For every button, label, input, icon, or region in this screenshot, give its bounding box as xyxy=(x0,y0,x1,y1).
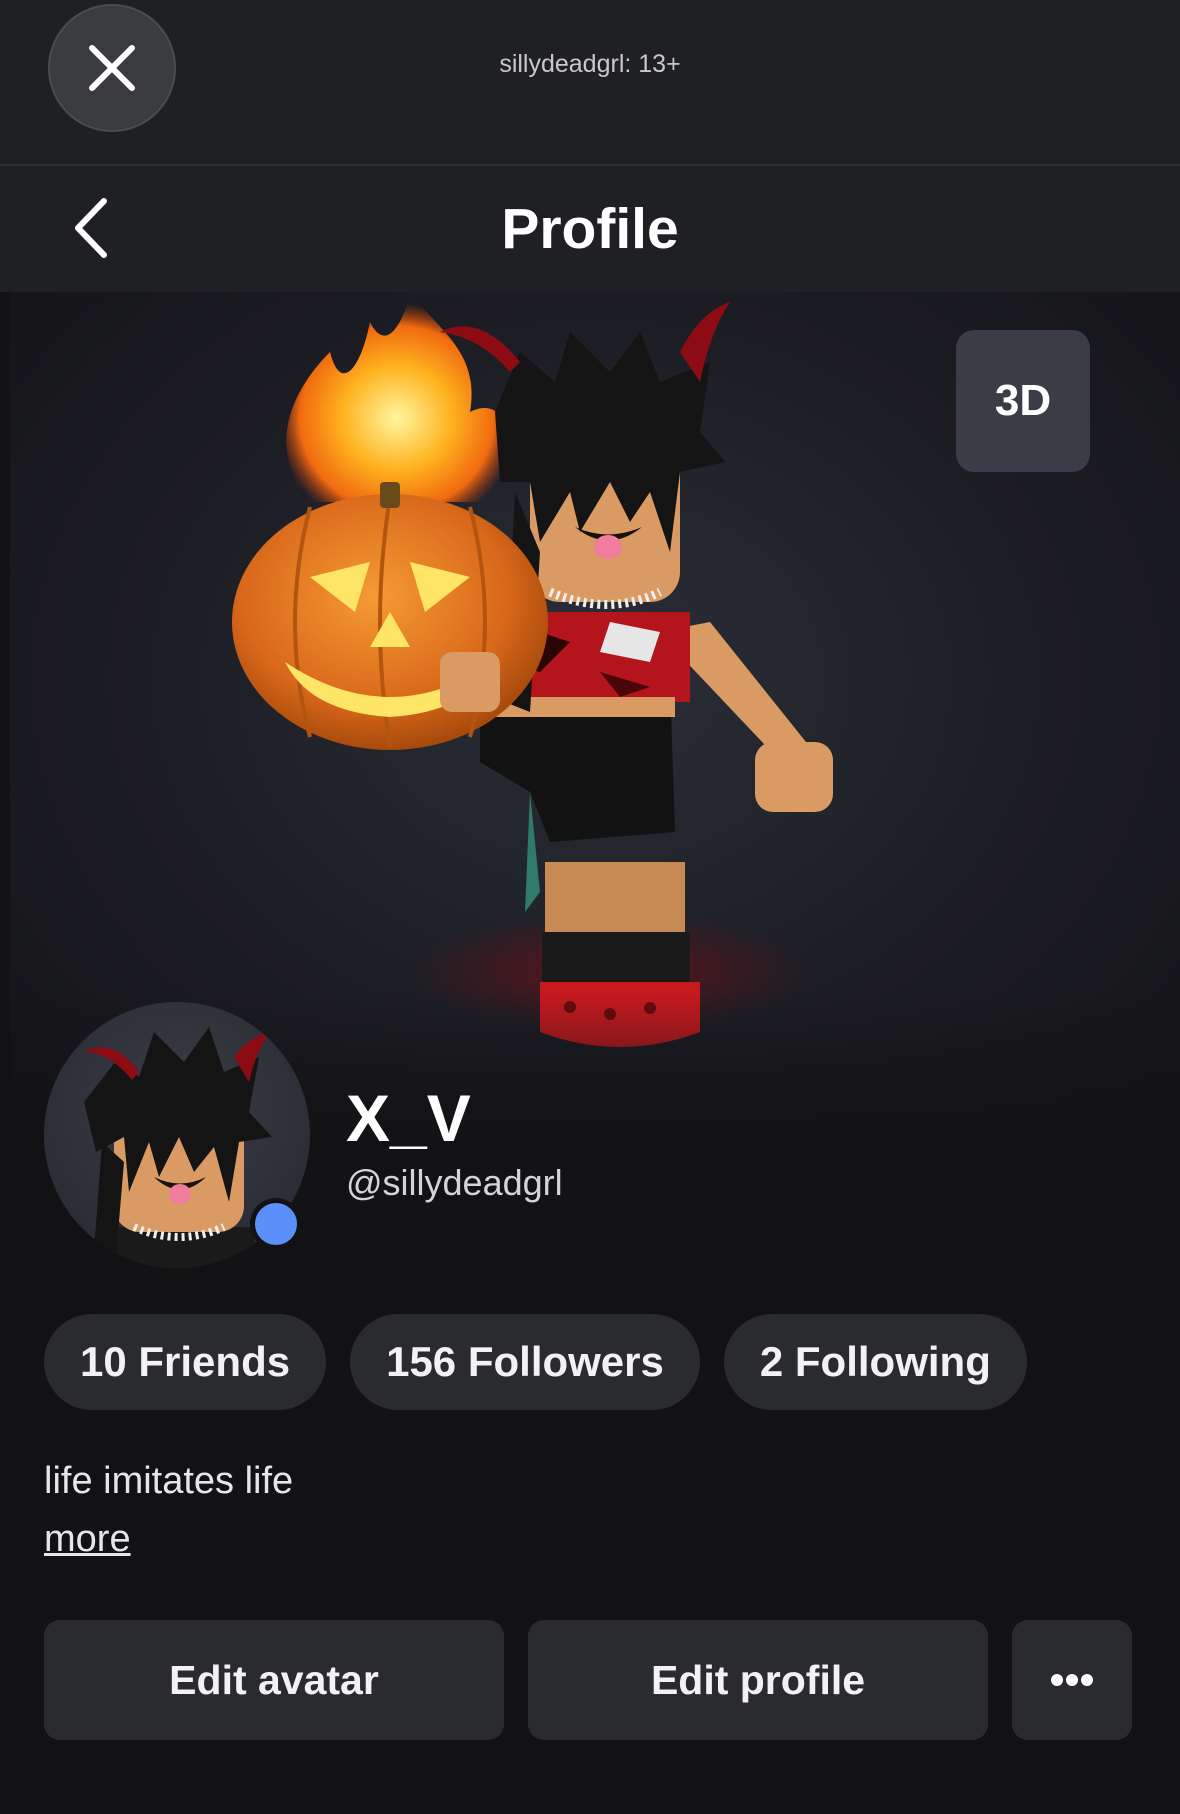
display-name: X_V xyxy=(346,1081,471,1155)
avatar-headshot-container[interactable] xyxy=(44,1002,310,1268)
username: @sillydeadgrl xyxy=(346,1162,563,1203)
edit-avatar-button[interactable]: Edit avatar xyxy=(44,1620,504,1740)
page-title: Profile xyxy=(501,197,679,261)
following-pill[interactable]: 2 Following xyxy=(723,1314,1027,1410)
followers-pill[interactable]: 156 Followers xyxy=(350,1314,700,1410)
top-bar: sillydeadgrl: 13+ xyxy=(0,0,1180,166)
bio-text: life imitates life xyxy=(44,1460,294,1502)
friends-pill[interactable]: 10 Friends xyxy=(44,1314,327,1410)
ellipsis-icon xyxy=(1051,1674,1093,1686)
profile-actions: Edit avatar Edit profile xyxy=(44,1620,1132,1740)
more-options-button[interactable] xyxy=(1012,1620,1132,1740)
edit-profile-button[interactable]: Edit profile xyxy=(528,1620,988,1740)
view-3d-button[interactable]: 3D xyxy=(956,330,1090,472)
online-status-dot xyxy=(250,1198,302,1250)
experience-caption: sillydeadgrl: 13+ xyxy=(499,50,681,78)
social-stats: 10 Friends 156 Followers 2 Following xyxy=(44,1314,1027,1410)
bio-more-link[interactable]: more xyxy=(44,1518,131,1561)
nav-bar: Profile xyxy=(0,166,1180,292)
